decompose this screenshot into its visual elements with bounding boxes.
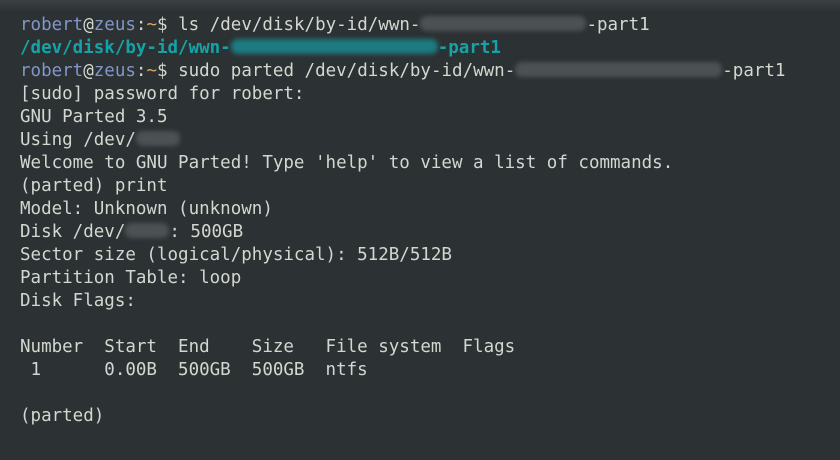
command-text: sudo parted /dev/disk/by-id/wwn- [167,61,516,81]
parted-print-command: (parted) print [20,176,168,196]
disk-flags-line: Disk Flags: [20,291,136,311]
redacted-wwn-id [420,16,587,31]
sudo-password-prompt: [sudo] password for robert: [20,84,305,104]
prompt-colon: : [135,61,147,81]
prompt-colon: : [135,15,147,35]
terminal-window[interactable]: robert@zeus:~$ ls /dev/disk/by-id/wwn- -p… [0,0,840,460]
parted-prompt[interactable]: (parted) [20,405,840,428]
prompt-at: @ [83,15,94,35]
prompt-at: @ [83,61,94,81]
redacted-device-name [125,223,170,238]
command-suffix: -part1 [586,15,650,35]
symlink-suffix: -part1 [437,38,501,58]
disk-prefix: Disk /dev/ [20,222,126,242]
disk-size: : 500GB [169,222,244,242]
redacted-wwn-id [515,62,723,77]
model-line: Model: Unknown (unknown) [20,199,273,219]
partition-row: 1 0.00B 500GB 500GB ntfs [20,360,368,380]
prompt-dollar: $ [157,61,168,81]
terminal-line-ls-output: /dev/disk/by-id/wwn- -part1 [20,37,840,60]
command-suffix: -part1 [722,61,786,81]
terminal-line-parted-command: robert@zeus:~$ sudo parted /dev/disk/by-… [20,60,840,83]
welcome-message: Welcome to GNU Parted! Type 'help' to vi… [20,153,674,173]
partition-table-line: Partition Table: loop [20,268,242,288]
prompt-host: zeus [93,15,136,35]
prompt-host: zeus [93,61,136,81]
command-text: ls /dev/disk/by-id/wwn- [167,15,421,35]
prompt-user: robert [20,61,84,81]
prompt-path: ~ [146,15,158,35]
disk-size-line: Disk /dev/ : 500GB [20,221,840,244]
redacted-device-name [135,131,180,146]
parted-version: GNU Parted 3.5 [20,107,168,127]
using-device-prefix: Using /dev/ [20,130,136,150]
terminal-line-ls-command: robert@zeus:~$ ls /dev/disk/by-id/wwn- -p… [20,14,840,37]
redacted-wwn-id [230,39,438,54]
sector-size-line: Sector size (logical/physical): 512B/512… [20,245,452,265]
using-device-line: Using /dev/ [20,129,840,152]
prompt-dollar: $ [157,15,168,35]
prompt-path: ~ [146,61,158,81]
symlink-path: /dev/disk/by-id/wwn- [20,38,231,58]
prompt-user: robert [20,15,84,35]
partition-table-header: Number Start End Size File system Flags [20,337,516,357]
previous-output-strip [0,0,840,12]
